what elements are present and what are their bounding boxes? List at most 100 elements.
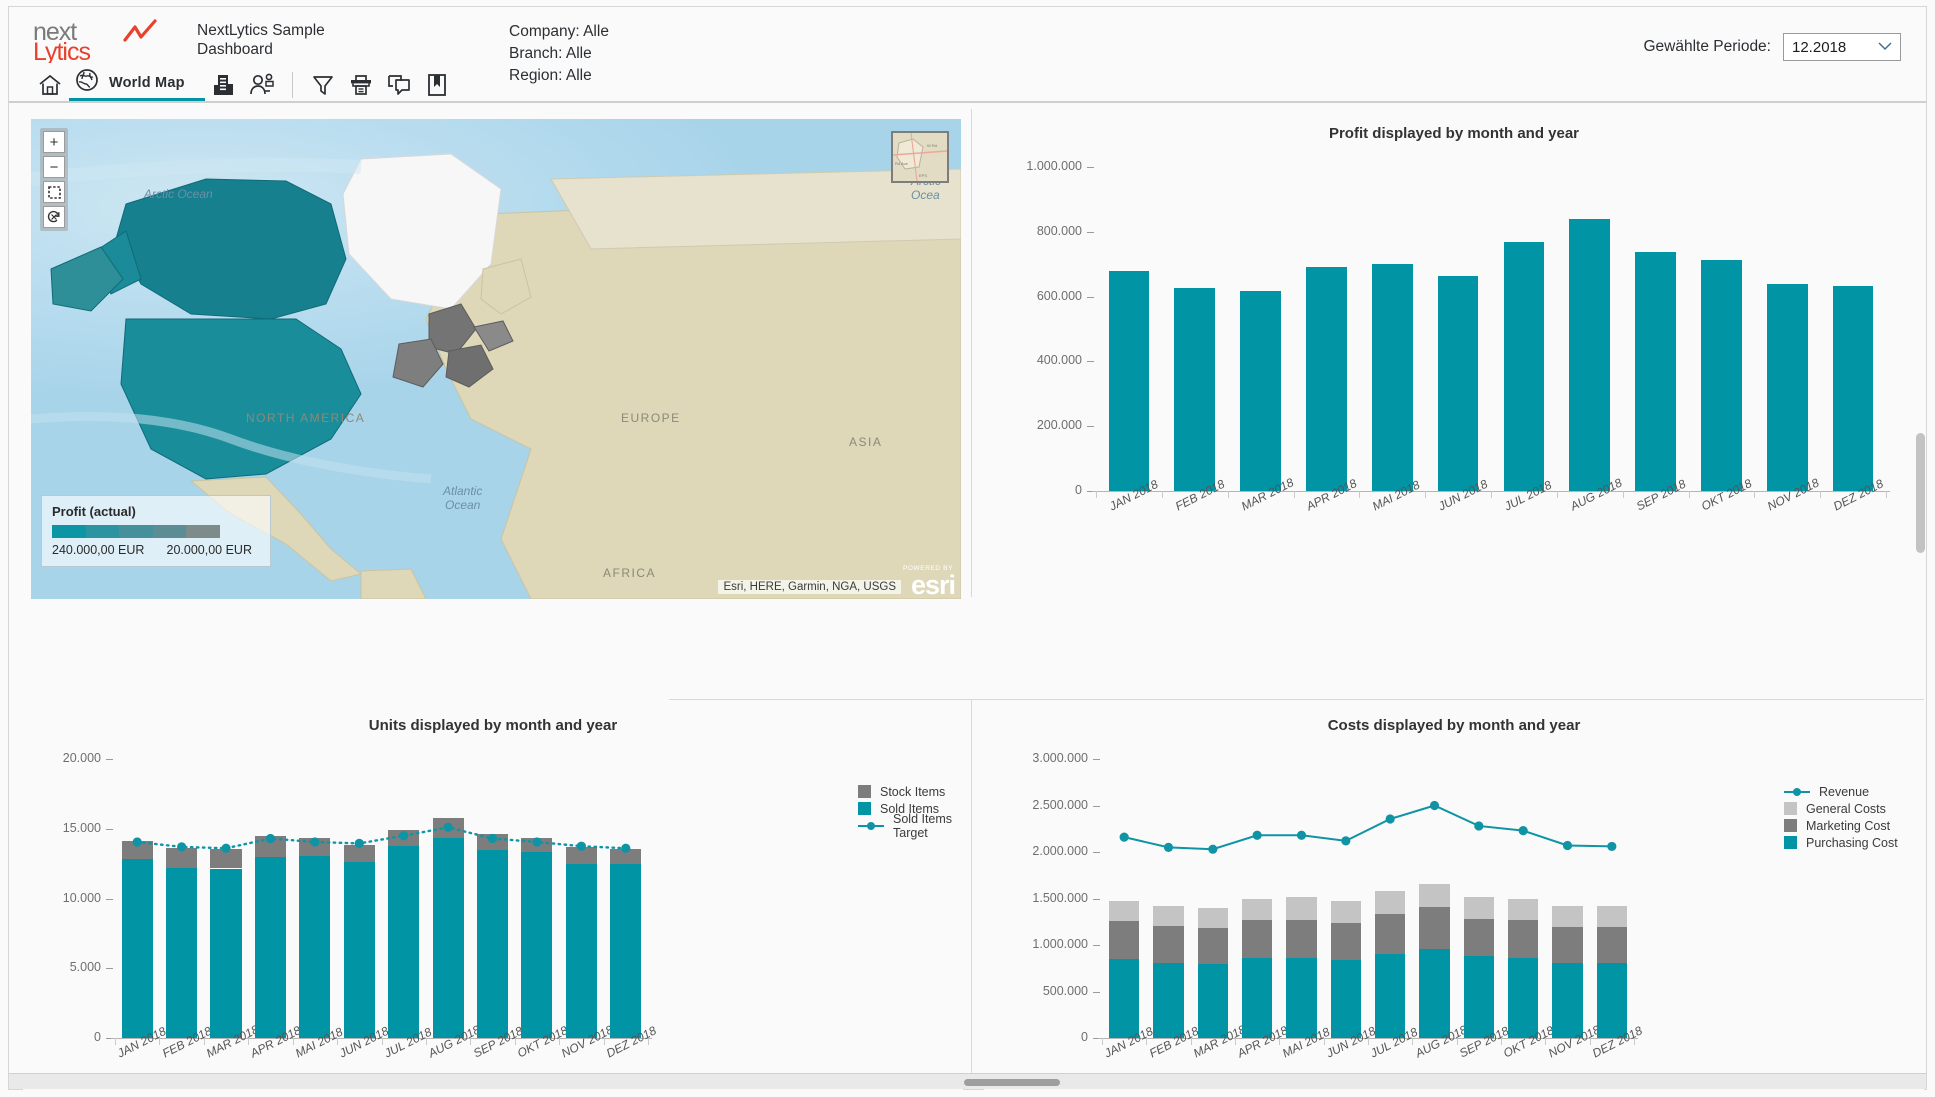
profit-chart[interactable]: 0 200.000 400.000 600.000 800.000 1.000.000 JA… [984,149,1924,579]
map-reset-button[interactable] [43,206,65,228]
bookmark-icon[interactable] [418,69,456,101]
chart-bar[interactable] [1552,962,1583,1038]
chart-bar[interactable] [1552,906,1583,928]
chart-bar[interactable] [1463,918,1494,957]
people-icon[interactable] [243,69,281,101]
chart-bar[interactable] [432,837,464,1038]
chart-bar[interactable] [388,830,420,847]
chart-bar[interactable] [1596,927,1627,964]
legend-item-purchasing-cost[interactable]: Purchasing Cost [1784,834,1898,851]
chart-bar[interactable] [210,848,242,869]
chart-bar[interactable] [1766,283,1808,491]
chart-bar[interactable] [565,846,597,865]
chart-bar[interactable] [1419,949,1450,1038]
horizontal-scrollbar[interactable] [964,1079,1060,1086]
period-selector[interactable]: Gewählte Periode: 12.2018 [1643,33,1901,61]
legend-item-marketing-cost[interactable]: Marketing Cost [1784,817,1898,834]
chart-bar[interactable] [254,836,286,858]
chart-bar[interactable] [1419,907,1450,950]
chart-bar[interactable] [610,863,642,1038]
chart-bar[interactable] [1419,884,1450,908]
legend-item-stock-items[interactable]: Stock Items [858,783,963,800]
chart-bar[interactable] [166,867,198,1038]
chart-bar[interactable] [1437,276,1479,491]
chart-bar[interactable] [1503,242,1545,491]
print-icon[interactable] [342,69,380,101]
chart-bar[interactable] [476,834,509,851]
chart-bar[interactable] [1286,897,1317,920]
tab-world-map[interactable]: World Map [69,67,205,101]
chart-bar[interactable] [1242,920,1273,959]
map-overview-widget[interactable]: W Rd Rd Ave EPS [891,131,949,183]
chart-bar[interactable] [1596,963,1627,1038]
chart-bar[interactable] [565,864,597,1038]
chart-bar[interactable] [1174,287,1216,491]
chart-bar[interactable] [1286,919,1317,959]
chart-bar[interactable] [121,859,153,1038]
map-zoom-in-button[interactable]: + [43,131,65,153]
chart-bar[interactable] [1153,962,1184,1038]
chart-bar[interactable] [121,841,153,860]
map-zoom-out-button[interactable]: − [43,156,65,178]
chart-bar[interactable] [1242,958,1273,1038]
y-axis-tick [1093,991,1100,993]
chart-bar[interactable] [1463,896,1494,919]
chart-bar[interactable] [1197,963,1228,1038]
home-icon[interactable] [31,69,69,101]
chart-bar[interactable] [1463,956,1494,1038]
period-dropdown[interactable]: 12.2018 [1783,33,1901,61]
comment-icon[interactable] [380,69,418,101]
chart-bar[interactable] [1635,251,1676,491]
chart-bar[interactable] [1197,927,1228,964]
chart-bar[interactable] [610,848,642,864]
chart-bar[interactable] [1109,921,1140,960]
chart-bar[interactable] [1240,290,1281,491]
chart-bar[interactable] [299,855,331,1038]
chart-bar[interactable] [1701,259,1742,491]
chart-bar[interactable] [1330,901,1361,924]
chart-bar[interactable] [1108,271,1150,491]
chart-bar[interactable] [1375,890,1406,914]
legend-item-revenue[interactable]: Revenue [1784,783,1898,800]
chart-bar[interactable] [210,868,242,1038]
chart-bar[interactable] [299,837,331,856]
vertical-scrollbar[interactable] [1916,433,1925,553]
chart-bar[interactable] [1375,954,1406,1038]
chart-bar[interactable] [1306,267,1347,491]
map-select-area-button[interactable] [43,181,65,203]
chart-bar[interactable] [1552,927,1583,963]
chart-bar[interactable] [476,850,509,1038]
building-icon[interactable] [205,69,243,101]
chart-bar[interactable] [1508,920,1539,958]
chart-bar[interactable] [343,862,375,1038]
chart-bar[interactable] [1197,907,1228,928]
chart-bar[interactable] [521,851,553,1038]
chart-bar[interactable] [1832,286,1874,491]
chart-bar[interactable] [521,837,553,852]
world-map[interactable]: Arctic Ocean Arctic Ocea Atlantic Ocean … [31,119,961,599]
chart-bar[interactable] [166,847,198,868]
chart-bar[interactable] [1569,219,1611,491]
chart-bar[interactable] [432,818,464,838]
chart-bar[interactable] [1375,913,1406,955]
chart-bar[interactable] [388,846,420,1038]
chart-bar[interactable] [1371,264,1413,491]
units-chart[interactable]: 0 5.000 10.000 15.000 20.000 JAN 2018 FEB 2018… [23,741,963,1097]
chart-bar[interactable] [1153,926,1184,963]
chart-bar[interactable] [1330,960,1361,1038]
chart-bar[interactable] [343,844,375,863]
chart-bar[interactable] [1330,923,1361,961]
chart-bar[interactable] [1153,906,1184,927]
filter-icon[interactable] [304,69,342,101]
chart-bar[interactable] [1242,898,1273,921]
chart-bar[interactable] [1508,898,1539,921]
chart-bar[interactable] [1286,958,1317,1038]
legend-item-general-costs[interactable]: General Costs [1784,800,1898,817]
chart-bar[interactable] [1109,901,1140,922]
chart-bar[interactable] [1109,959,1140,1038]
legend-item-sold-items-target[interactable]: Sold Items Target [858,812,963,840]
chart-bar[interactable] [254,857,286,1038]
costs-chart[interactable]: 0 500.000 1.000.000 1.500.000 2.000.000 2.500… [984,741,1924,1097]
chart-bar[interactable] [1508,958,1539,1038]
chart-bar[interactable] [1596,905,1627,928]
